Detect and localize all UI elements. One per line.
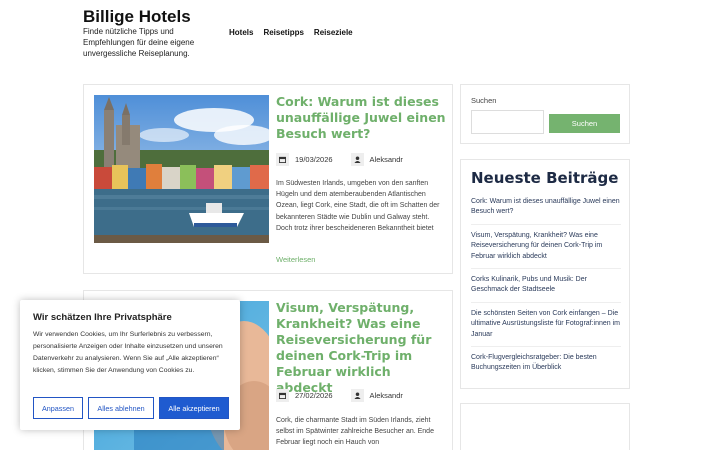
user-icon <box>350 153 364 166</box>
site-title[interactable]: Billige Hotels <box>83 7 191 27</box>
recent-post-link[interactable]: Cork: Warum ist dieses unauffällige Juwe… <box>471 197 621 225</box>
cookie-text: Wir verwenden Cookies, um Ihr Surferlebn… <box>33 331 223 374</box>
post-meta: 19/03/2026 Aleksandr <box>276 153 403 166</box>
accept-all-button[interactable]: Alle akzeptieren <box>159 397 229 419</box>
post-author[interactable]: Aleksandr <box>370 391 403 400</box>
post-title[interactable]: Cork: Warum ist dieses unauffällige Juwe… <box>276 94 446 142</box>
post-excerpt: Im Südwesten Irlands, umgeben von den sa… <box>276 180 440 232</box>
nav-item-hotels[interactable]: Hotels <box>229 28 253 37</box>
post-excerpt: Cork, die charmante Stadt im Süden Irlan… <box>276 417 434 447</box>
nav-item-reisetipps[interactable]: Reisetipps <box>263 28 303 37</box>
site-description: Finde nützliche Tipps und Empfehlungen f… <box>83 27 195 58</box>
customize-button[interactable]: Anpassen <box>33 397 83 419</box>
recent-post-link[interactable]: Visum, Verspätung, Krankheit? Was eine R… <box>471 231 621 270</box>
search-label: Suchen <box>471 96 497 105</box>
post-card: Cork: Warum ist dieses unauffällige Juwe… <box>83 84 453 274</box>
search-input[interactable] <box>471 110 544 134</box>
post-date: 19/03/2026 <box>295 155 333 164</box>
user-icon <box>350 389 364 402</box>
recent-posts-widget: Neueste Beiträge Cork: Warum ist dieses … <box>460 159 630 389</box>
cookie-consent-banner: Wir schätzen Ihre Privatsphäre Wir verwe… <box>20 300 240 430</box>
post-meta: 27/02/2026 Aleksandr <box>276 389 403 402</box>
nav-item-reiseziele[interactable]: Reiseziele <box>314 28 353 37</box>
main-nav: Hotels Reisetipps Reiseziele <box>229 28 353 37</box>
cookie-buttons: Anpassen Alles ablehnen Alle akzeptieren <box>33 397 229 419</box>
calendar-icon <box>276 153 289 166</box>
recent-post-link[interactable]: Die schönsten Seiten von Cork einfangen … <box>471 309 621 348</box>
post-date: 27/02/2026 <box>295 391 333 400</box>
recent-posts-title: Neueste Beiträge <box>471 169 619 187</box>
recent-post-link[interactable]: Corks Kulinarik, Pubs und Musik: Der Ges… <box>471 275 621 303</box>
search-widget: Suchen Suchen <box>460 84 630 144</box>
recent-post-link[interactable]: Cork-Flugvergleichsratgeber: Die besten … <box>471 353 621 380</box>
search-button[interactable]: Suchen <box>549 114 620 133</box>
post-author[interactable]: Aleksandr <box>370 155 403 164</box>
calendar-icon <box>276 389 289 402</box>
recent-posts-list: Cork: Warum ist dieses unauffällige Juwe… <box>471 197 621 386</box>
post-thumbnail-cork[interactable] <box>94 95 269 243</box>
cookie-title: Wir schätzen Ihre Privatsphäre <box>33 312 172 323</box>
sidebar-widget <box>460 403 630 450</box>
post-title[interactable]: Visum, Verspätung, Krankheit? Was eine R… <box>276 300 446 396</box>
read-more-link[interactable]: Weiterlesen <box>276 255 315 264</box>
reject-all-button[interactable]: Alles ablehnen <box>88 397 154 419</box>
